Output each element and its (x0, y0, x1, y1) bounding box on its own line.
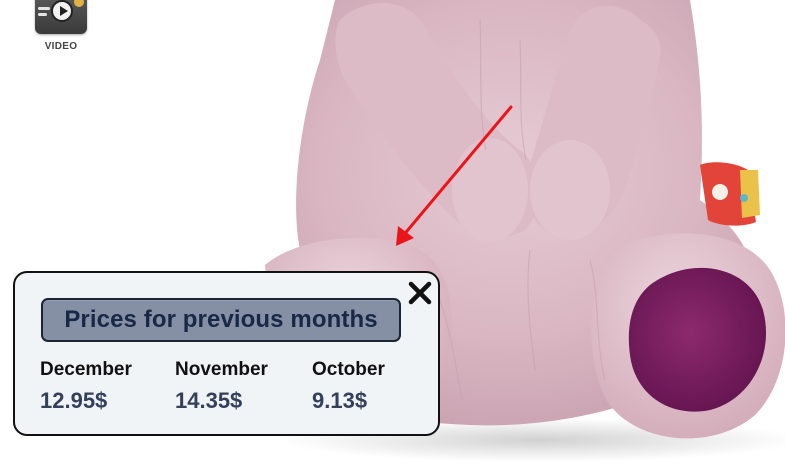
month-name: November (175, 359, 268, 380)
video-label[interactable]: VIDEO (33, 41, 89, 52)
month-price: 9.13$ (312, 388, 368, 413)
video-thumb-decoration (38, 7, 50, 10)
month-price: 12.95$ (40, 388, 108, 413)
video-thumb-decoration (38, 13, 47, 16)
month-price-december: December 12.95$ (40, 359, 132, 413)
video-thumbnail[interactable] (35, 0, 87, 34)
month-name: December (40, 359, 132, 380)
video-thumb-decoration (74, 0, 84, 7)
month-name: October (312, 359, 385, 380)
product-page: VIDEO Prices for previous months Decembe… (0, 0, 785, 467)
month-price-october: October 9.13$ (312, 359, 385, 413)
popup-title: Prices for previous months (41, 298, 401, 342)
video-play-icon (51, 0, 73, 22)
price-history-popup: Prices for previous months December 12.9… (13, 271, 440, 436)
month-price: 14.35$ (175, 388, 243, 413)
close-icon[interactable] (407, 280, 433, 306)
month-price-november: November 14.35$ (175, 359, 268, 413)
